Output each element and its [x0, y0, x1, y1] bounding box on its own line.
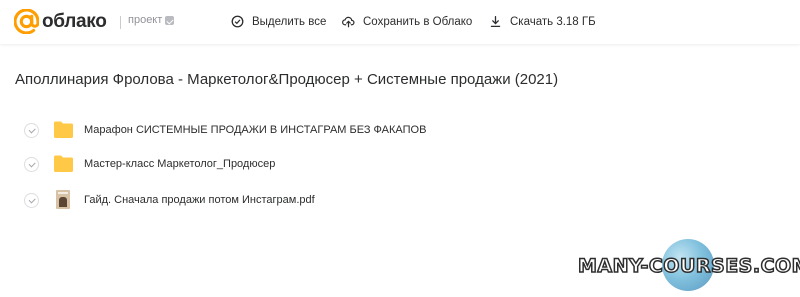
download-icon — [490, 15, 501, 28]
folder-icon — [54, 121, 73, 138]
save-to-cloud-button[interactable]: Сохранить в Облако — [342, 15, 472, 28]
row-select-checkbox[interactable] — [24, 123, 39, 138]
download-button[interactable]: Скачать 3.18 ГБ — [489, 15, 596, 28]
logo-text: облако — [42, 10, 107, 32]
select-all-button[interactable]: Выделить все — [231, 15, 326, 28]
pdf-thumbnail-icon — [56, 190, 70, 209]
vk-icon — [165, 15, 175, 25]
file-row-marathon[interactable]: Марафон СИСТЕМНЫЕ ПРОДАЖИ В ИНСТАГРАМ БЕ… — [0, 118, 800, 144]
at-sign-logo-icon — [14, 9, 39, 34]
watermark: MANY-COURSES.COM — [576, 239, 800, 297]
cloud-upload-icon — [342, 16, 355, 28]
download-label: Скачать 3.18 ГБ — [510, 15, 596, 28]
mail-cloud-logo[interactable]: облако — [14, 9, 107, 34]
row-select-checkbox[interactable] — [24, 193, 39, 208]
file-row-masterclass[interactable]: Мастер-класс Маркетолог_Продюсер — [0, 152, 800, 178]
project-label: проект — [128, 14, 163, 26]
top-header: облако проект Выделить все Сохранить в О… — [0, 0, 800, 44]
check-circle-icon — [231, 15, 244, 28]
file-name[interactable]: Марафон СИСТЕМНЫЕ ПРОДАЖИ В ИНСТАГРАМ БЕ… — [84, 124, 426, 136]
file-name[interactable]: Гайд. Сначала продажи потом Инстаграм.pd… — [84, 194, 315, 206]
project-badge: проект — [128, 14, 175, 26]
select-all-label: Выделить все — [252, 15, 327, 28]
row-select-checkbox[interactable] — [24, 157, 39, 172]
folder-icon — [54, 155, 73, 172]
watermark-text: MANY-COURSES.COM — [577, 254, 800, 278]
file-name[interactable]: Мастер-класс Маркетолог_Продюсер — [84, 158, 275, 170]
file-row-guide-pdf[interactable]: Гайд. Сначала продажи потом Инстаграм.pd… — [0, 188, 800, 214]
folder-title: Аполлинария Фролова - Маркетолог&Продюсе… — [15, 71, 559, 88]
logo-divider — [120, 16, 121, 29]
save-to-cloud-label: Сохранить в Облако — [363, 15, 473, 28]
